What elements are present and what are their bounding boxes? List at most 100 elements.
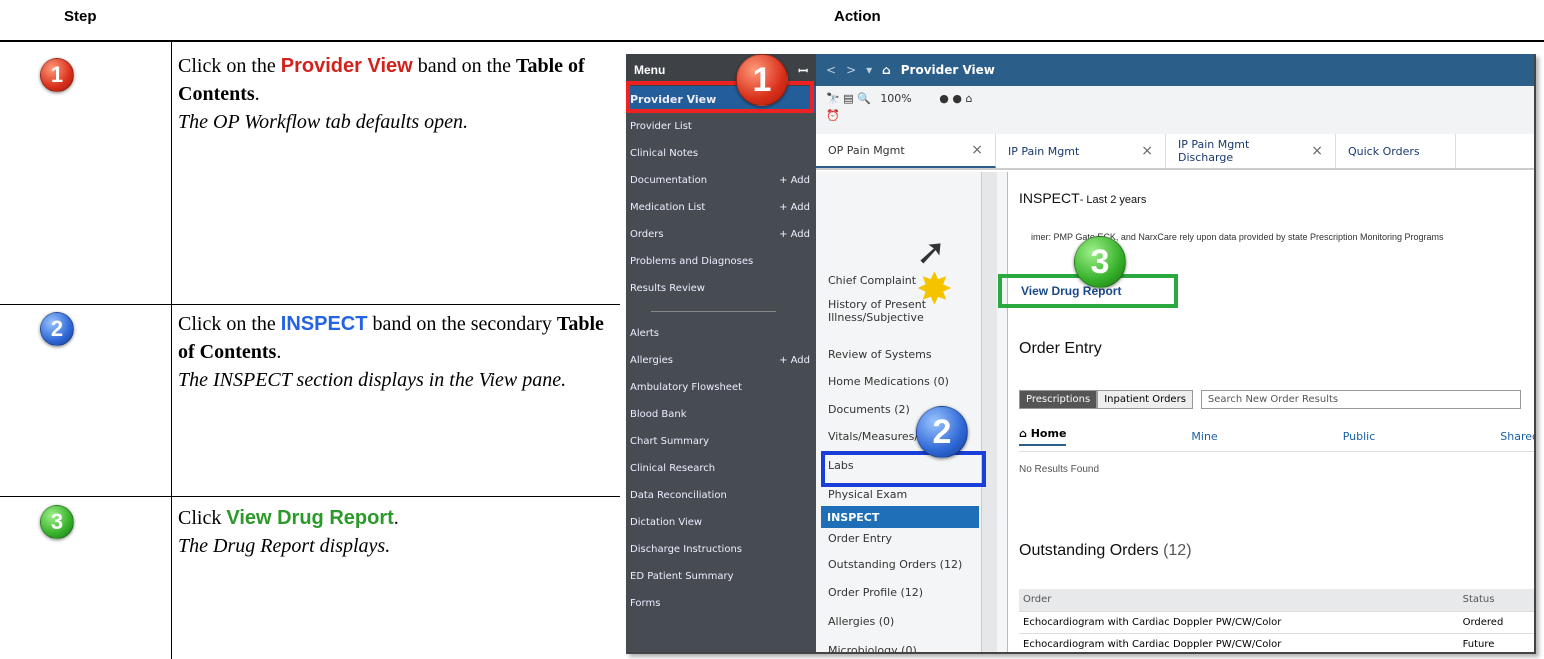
- add-button[interactable]: + Add: [779, 229, 810, 240]
- step-2-badge: 2: [40, 312, 74, 346]
- toc-chief-complaint[interactable]: Chief Complaint: [828, 274, 916, 287]
- tab-strip: OP Pain Mgmt × IP Pain Mgmt × IP Pain Mgmt…: [816, 134, 1534, 170]
- back-icon[interactable]: <: [826, 63, 836, 77]
- toc-inspect[interactable]: INSPECT: [821, 506, 979, 528]
- callout-1-badge: 1: [736, 54, 788, 106]
- menu-item[interactable]: Orders + Add: [626, 221, 816, 248]
- menu-item[interactable]: Chart Summary: [626, 428, 816, 455]
- column-divider: [171, 42, 172, 659]
- step-2-note: The INSPECT section displays in the View…: [178, 369, 567, 391]
- menu-item[interactable]: Forms: [626, 590, 816, 617]
- menu-item[interactable]: Clinical Research: [626, 455, 816, 482]
- toc-allergies[interactable]: Allergies (0): [828, 615, 894, 628]
- menu-item[interactable]: Problems and Diagnoses: [626, 248, 816, 275]
- outstanding-orders-heading: Outstanding Orders (12): [1019, 542, 1192, 559]
- table-row[interactable]: Echocardiogram with Cardiac Doppler PW/C…: [1019, 611, 1534, 634]
- provider-view-keyword: Provider View: [280, 55, 413, 77]
- home-tab[interactable]: ⌂ Home: [1019, 427, 1067, 446]
- inspect-keyword: INSPECT: [280, 313, 368, 335]
- step-3-text: Click View Drug Report. The Drug Report …: [178, 504, 623, 560]
- orders-table: Order Status Echocardiogram with Cardiac …: [1019, 589, 1534, 652]
- step-3-note: The Drug Report displays.: [178, 535, 391, 557]
- close-icon: ×: [1311, 143, 1323, 159]
- prescriptions-button[interactable]: Prescriptions: [1019, 390, 1098, 409]
- forward-icon[interactable]: >: [846, 63, 856, 77]
- print-icon[interactable]: ▤: [843, 92, 853, 105]
- toc-home-medications[interactable]: Home Medications (0): [828, 375, 949, 388]
- status-icons: ● ● ⌂: [939, 92, 973, 105]
- zoom-in-icon[interactable]: 🔍: [857, 92, 871, 105]
- step-2-text: Click on the INSPECT band on the seconda…: [178, 310, 623, 394]
- view-drug-report-keyword: View Drug Report: [226, 507, 394, 529]
- menu-item[interactable]: Discharge Instructions: [626, 536, 816, 563]
- menu-item[interactable]: Blood Bank: [626, 401, 816, 428]
- add-button[interactable]: + Add: [779, 175, 810, 186]
- callout-2-badge: 2: [916, 406, 968, 458]
- menu-item[interactable]: Dictation View: [626, 509, 816, 536]
- page-title: Provider View: [900, 63, 995, 77]
- header-rule: [0, 40, 1544, 42]
- menu-item[interactable]: Clinical Notes: [626, 140, 816, 167]
- toc-physical-exam[interactable]: Physical Exam: [828, 488, 907, 501]
- pin-icon[interactable]: ꟷ: [798, 62, 808, 79]
- menu-panel: Menu ꟷ Provider View Provider List Clinical…: [626, 54, 816, 652]
- order-entry-heading: Order Entry: [1019, 340, 1102, 357]
- step-1-text: Click on the Provider View band on the T…: [178, 52, 623, 136]
- step-1-note: The OP Workflow tab defaults open.: [178, 111, 468, 133]
- menu-item[interactable]: Ambulatory Flowsheet: [626, 374, 816, 401]
- col-order: Order: [1019, 589, 1459, 612]
- toc-scrollbar[interactable]: [981, 172, 997, 652]
- secondary-toc: Chief Complaint History of Present Illne…: [816, 172, 1008, 652]
- menu-item[interactable]: Provider List: [626, 113, 816, 140]
- add-button[interactable]: + Add: [779, 355, 810, 366]
- tab-ip-pain-mgmt-discharge[interactable]: IP Pain Mgmt Discharge ×: [1166, 134, 1336, 168]
- menu-item[interactable]: Results Review: [626, 275, 816, 302]
- add-button[interactable]: + Add: [779, 202, 810, 213]
- home-tab-row: ⌂ Home Mine Public Shared: [1019, 422, 1534, 452]
- mine-tab[interactable]: Mine: [1191, 430, 1217, 443]
- tab-op-pain-mgmt[interactable]: OP Pain Mgmt ×: [816, 134, 996, 168]
- close-icon: ×: [971, 142, 983, 158]
- tab-quick-orders[interactable]: Quick Orders: [1336, 134, 1456, 168]
- toolbar: 🔭 ▤ 🔍 100% ● ● ⌂ ⏰: [816, 86, 1534, 134]
- toc-order-entry[interactable]: Order Entry: [828, 532, 892, 545]
- dropdown-icon[interactable]: ▾: [866, 63, 872, 77]
- row-divider: [0, 304, 620, 305]
- menu-item[interactable]: Medication List + Add: [626, 194, 816, 221]
- inpatient-orders-button[interactable]: Inpatient Orders: [1097, 390, 1193, 409]
- callout-3-badge: 3: [1074, 236, 1126, 288]
- table-header: Order Status: [1019, 589, 1534, 612]
- menu-item[interactable]: Documentation + Add: [626, 167, 816, 194]
- order-search-input[interactable]: Search New Order Results: [1200, 390, 1521, 409]
- tab-ip-pain-mgmt[interactable]: IP Pain Mgmt ×: [996, 134, 1166, 168]
- menu-item[interactable]: Data Reconciliation: [626, 482, 816, 509]
- binoculars-icon[interactable]: 🔭: [826, 92, 840, 105]
- table-row[interactable]: Echocardiogram with Cardiac Doppler PW/C…: [1019, 633, 1534, 652]
- menu-divider: [626, 302, 816, 320]
- zoom-level[interactable]: 100%: [880, 92, 911, 105]
- click-burst-icon: ✸: [916, 264, 953, 315]
- alarm-icon[interactable]: ⏰: [826, 109, 1524, 122]
- inspect-heading: INSPECT- Last 2 years: [1019, 190, 1147, 206]
- close-icon: ×: [1141, 143, 1153, 159]
- col-status: Status: [1458, 589, 1534, 612]
- inspect-highlight: [821, 451, 986, 487]
- app-screenshot: Menu ꟷ Provider View Provider List Clinical…: [626, 54, 1536, 654]
- no-results-text: No Results Found: [1019, 464, 1100, 475]
- public-tab[interactable]: Public: [1343, 430, 1376, 443]
- menu-item[interactable]: Alerts: [626, 320, 816, 347]
- step-column-header: Step: [64, 8, 97, 25]
- toc-review-of-systems[interactable]: Review of Systems: [828, 348, 932, 361]
- action-column-header: Action: [834, 8, 881, 25]
- step-3-badge: 3: [40, 505, 74, 539]
- toc-outstanding-orders[interactable]: Outstanding Orders (12): [828, 558, 962, 571]
- toc-documents[interactable]: Documents (2): [828, 403, 910, 416]
- menu-item[interactable]: Allergies + Add: [626, 347, 816, 374]
- menu-item[interactable]: ED Patient Summary: [626, 563, 816, 590]
- row-divider: [0, 496, 620, 497]
- toc-microbiology[interactable]: Microbiology (0): [828, 644, 917, 652]
- shared-tab[interactable]: Shared: [1500, 430, 1534, 443]
- toc-order-profile[interactable]: Order Profile (12): [828, 586, 923, 599]
- title-bar: < > ▾ ⌂ Provider View: [816, 54, 1534, 86]
- home-icon[interactable]: ⌂: [882, 63, 891, 77]
